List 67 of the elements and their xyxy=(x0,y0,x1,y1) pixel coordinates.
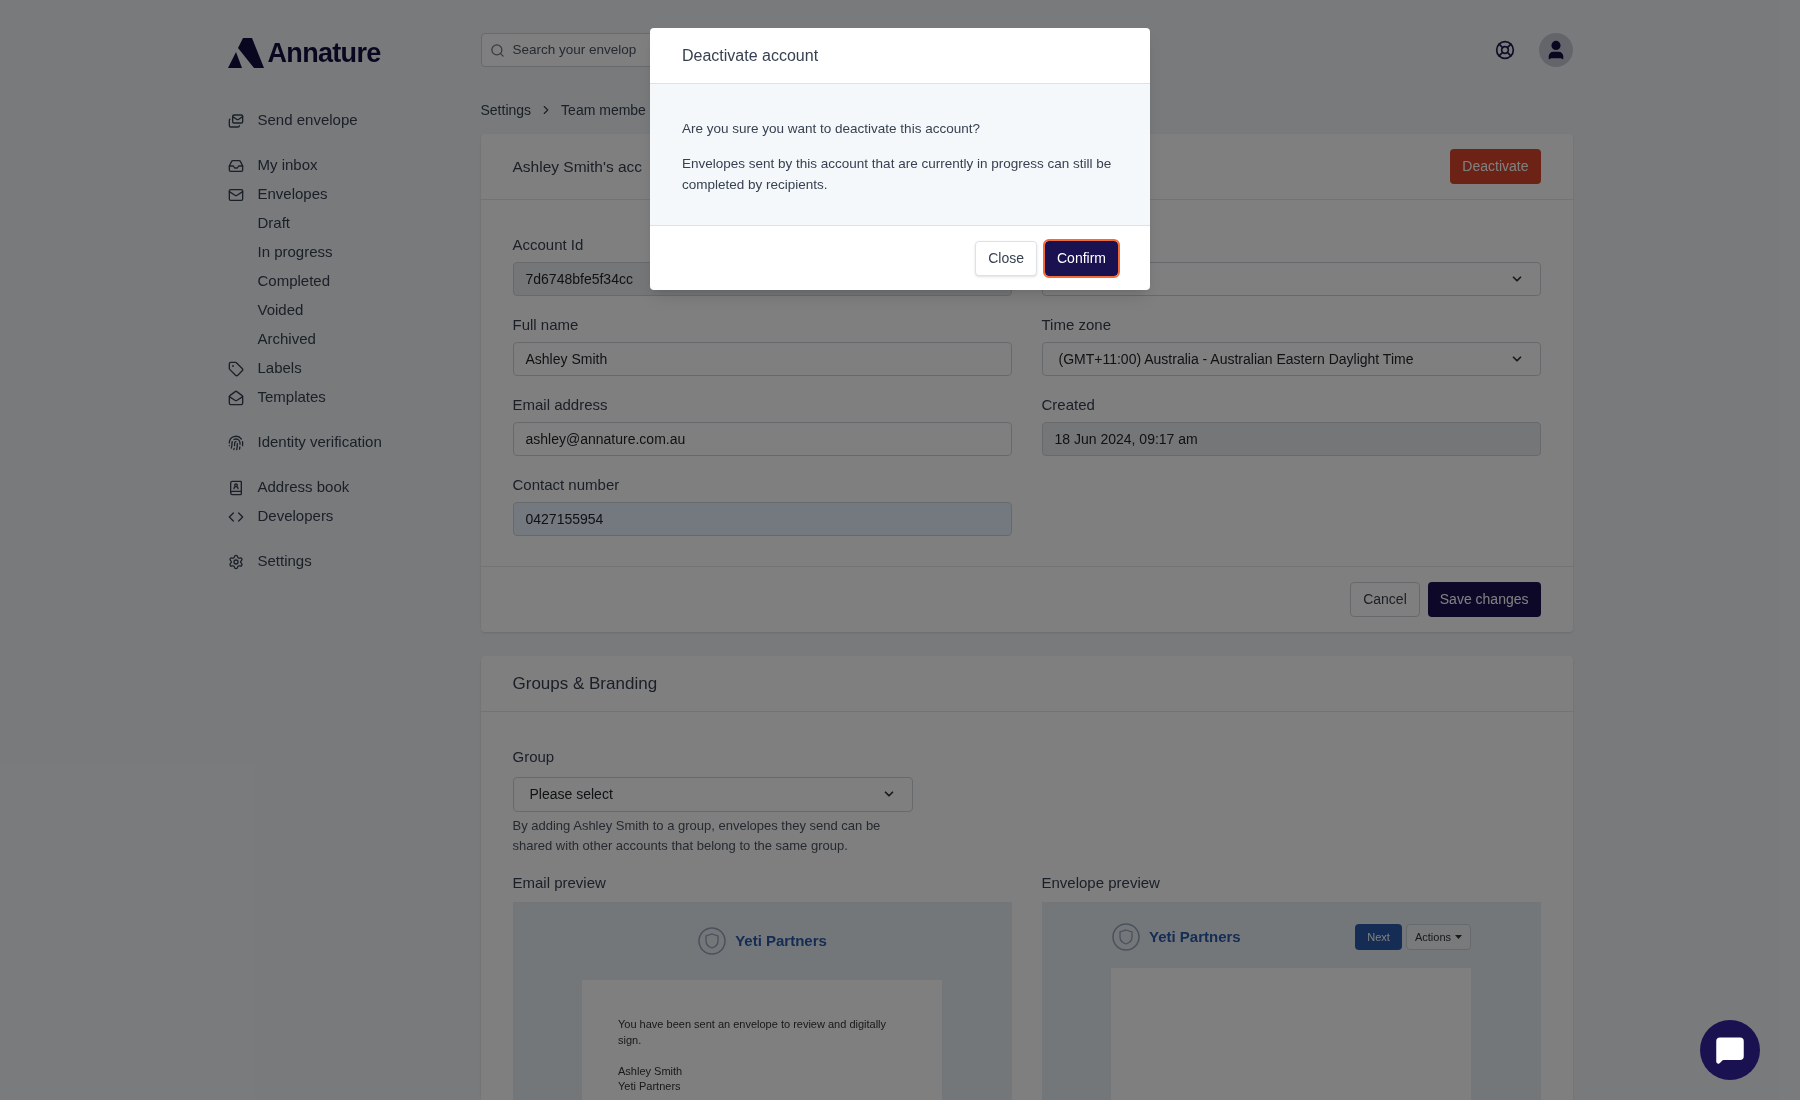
sidebar-subitem[interactable]: Voided xyxy=(227,296,481,325)
field-label: Account Id xyxy=(512,235,585,254)
card-title: Groups & Branding xyxy=(512,672,658,695)
sidebar-subitem[interactable]: Completed xyxy=(227,267,481,296)
next-button[interactable]: Next xyxy=(1355,924,1402,950)
logo-mark-icon xyxy=(227,38,264,68)
shield-logo-icon xyxy=(1111,922,1141,952)
logo[interactable]: Annature xyxy=(227,32,381,74)
sidebar-item[interactable]: Labels xyxy=(227,354,481,383)
avatar[interactable] xyxy=(1538,33,1573,67)
select-field[interactable]: (GMT+11:00) Australia - Australian Eastern Daylight Time xyxy=(1041,342,1541,376)
field-label: Full name xyxy=(512,315,580,334)
deactivate-button[interactable]: Deactivate xyxy=(1450,149,1541,184)
cancel-button[interactable]: Cancel xyxy=(1350,582,1420,617)
inbox-icon xyxy=(227,157,244,174)
breadcrumb-link[interactable]: Settings xyxy=(480,99,532,121)
select-field[interactable]: Please select xyxy=(512,776,913,812)
sidebar-subitem[interactable]: In progress xyxy=(227,238,481,267)
open-envelope-icon xyxy=(227,389,244,406)
field-label: Time zone xyxy=(1041,315,1112,334)
field-label: Envelope preview xyxy=(1041,872,1161,893)
field-label: Email address xyxy=(512,395,609,414)
save-changes-button[interactable]: Save changes xyxy=(1427,582,1541,617)
email-message: You have been sent an envelope to review and digitally sign. xyxy=(618,1017,888,1048)
sidebar-subitem[interactable]: Draft xyxy=(227,209,481,238)
field-label: Contact number xyxy=(512,475,621,494)
signature-line: Ashley Smith xyxy=(618,1064,684,1079)
lifebuoy-icon[interactable] xyxy=(1494,40,1515,60)
modal-title: Deactivate account xyxy=(682,45,819,66)
envelopes-icon xyxy=(227,112,244,129)
sidebar-item[interactable]: Address book xyxy=(227,473,481,502)
sidebar-item[interactable]: My inbox xyxy=(227,151,481,180)
envelope-icon xyxy=(227,186,244,203)
address-book-icon xyxy=(227,479,244,496)
tag-icon xyxy=(227,360,244,377)
input-field: 18 Jun 2024, 09:17 am xyxy=(1041,422,1541,456)
signature-line: Yeti Partners xyxy=(618,1079,682,1094)
field-label: Group xyxy=(512,747,556,767)
sidebar-subitem[interactable]: Archived xyxy=(227,325,481,354)
sidebar-item[interactable]: Developers xyxy=(227,502,481,531)
sidebar-item[interactable]: Send envelope xyxy=(227,106,481,135)
actions-button[interactable]: Actions xyxy=(1405,924,1471,950)
input-field[interactable]: 0427155954 xyxy=(512,502,1012,536)
brand-name: Yeti Partners xyxy=(1149,926,1241,947)
card-title: Ashley Smith's acc xyxy=(512,156,643,177)
sidebar-item[interactable]: Templates xyxy=(227,383,481,412)
input-field[interactable]: Ashley Smith xyxy=(512,342,1012,376)
field-label: Created xyxy=(1041,395,1096,414)
shield-logo-icon xyxy=(697,926,728,956)
sidebar-item[interactable]: Settings xyxy=(227,547,481,576)
input-field[interactable]: ashley@annature.com.au xyxy=(512,422,1012,456)
sidebar-item[interactable]: Identity verification xyxy=(227,428,481,457)
field-label: Email preview xyxy=(512,872,607,893)
settings-icon xyxy=(227,553,244,570)
modal-text: Envelopes sent by this account that are currently in progress can still be completed by recipients. xyxy=(682,155,1113,194)
breadcrumb-link[interactable]: Team membe xyxy=(561,99,646,121)
brand-name: Yeti Partners xyxy=(735,930,827,951)
chat-bubble-icon xyxy=(1715,1035,1745,1065)
caret-icon xyxy=(1455,935,1462,939)
chat-button[interactable] xyxy=(1700,1020,1760,1080)
close-button[interactable]: Close xyxy=(975,240,1037,276)
search-icon xyxy=(489,42,505,58)
confirm-button[interactable]: Confirm xyxy=(1045,240,1118,276)
sidebar-item[interactable]: Envelopes xyxy=(227,180,481,209)
help-text: By adding Ashley Smith to a group, envelopes they send can be shared with other accounts that belong to the same group. xyxy=(512,816,882,855)
modal-text: Are you sure you want to deactivate this account? xyxy=(682,120,981,138)
fingerprint-icon xyxy=(227,434,244,451)
